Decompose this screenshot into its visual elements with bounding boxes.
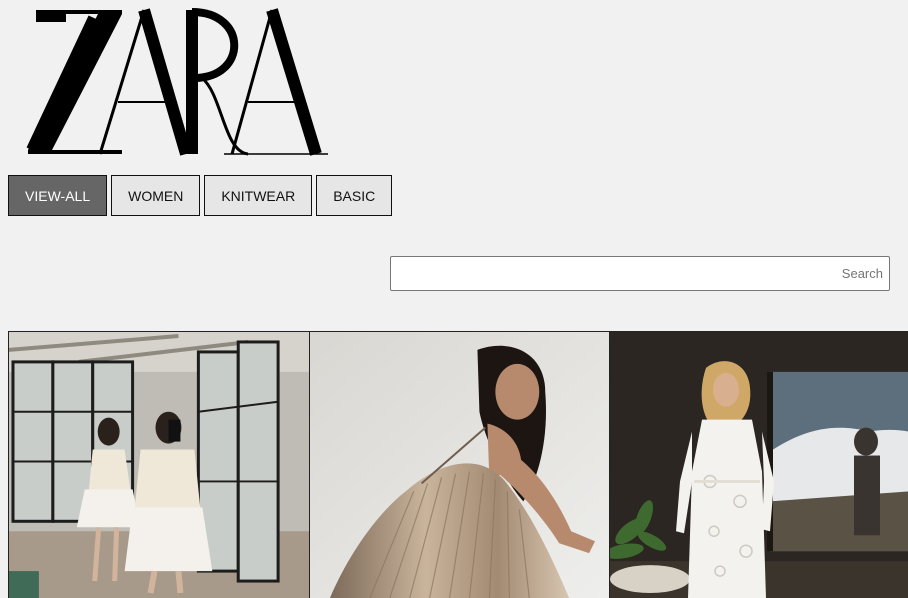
product-image-2[interactable] — [310, 332, 610, 598]
filter-basic-button[interactable]: BASIC — [316, 175, 393, 216]
zara-logo[interactable] — [26, 4, 330, 156]
search-input[interactable] — [390, 256, 890, 291]
filter-women-button[interactable]: WOMEN — [111, 175, 201, 216]
product-gallery — [8, 331, 908, 598]
page: VIEW-ALL WOMEN KNITWEAR BASIC — [0, 0, 908, 598]
filter-bar: VIEW-ALL WOMEN KNITWEAR BASIC — [8, 175, 393, 216]
product-image-3[interactable] — [610, 332, 908, 598]
filter-view-all-button[interactable]: VIEW-ALL — [8, 175, 108, 216]
search-container — [390, 256, 890, 291]
product-image-1[interactable] — [9, 332, 310, 598]
filter-knitwear-button[interactable]: KNITWEAR — [204, 175, 313, 216]
